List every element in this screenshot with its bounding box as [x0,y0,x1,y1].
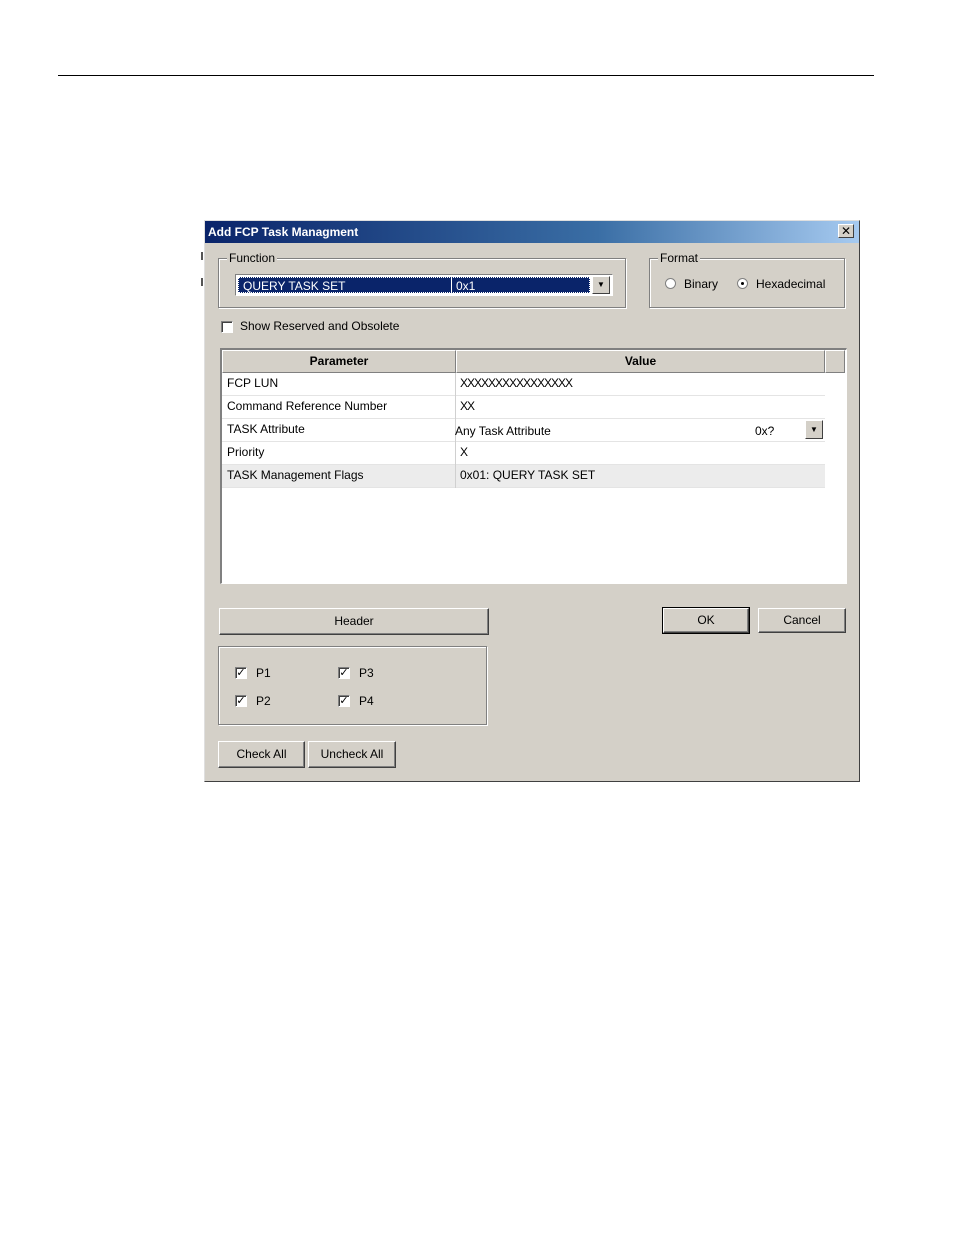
hexadecimal-radio[interactable] [737,278,748,289]
port-p3-label[interactable]: P3 [359,666,374,680]
format-group: Format Binary Hexadecimal [649,251,845,308]
function-select-divider [451,278,452,292]
margin-mark [201,252,203,260]
task-attribute-dropdown-button[interactable]: ▼ [805,420,823,439]
port-group: ✓ P1 ✓ P2 ✓ P3 ✓ P4 [218,646,487,725]
column-divider [455,373,456,396]
chevron-down-icon: ▼ [810,425,818,434]
parameter-cell: FCP LUN [227,376,279,390]
port-p3-checkbox[interactable]: ✓ [338,667,350,679]
dialog-title: Add FCP Task Managment [208,225,359,239]
ok-button[interactable]: OK [662,607,750,634]
function-select-highlight: QUERY TASK SET 0x1 [238,277,590,293]
task-attribute-select-value[interactable]: Any Task Attribute [455,424,551,438]
column-divider [455,442,456,465]
function-group: Function QUERY TASK SET 0x1 ▼ [218,251,626,308]
value-cell[interactable]: 0x01: QUERY TASK SET [460,468,595,482]
title-bar[interactable]: Add FCP Task Managment ✕ [205,221,859,243]
function-dropdown-button[interactable]: ▼ [592,276,610,294]
page-header-rule [58,75,874,76]
check-all-button[interactable]: Check All [218,741,305,768]
radio-selected-dot [741,282,744,285]
parameter-cell: Command Reference Number [227,399,388,413]
column-header-parameter[interactable]: Parameter [222,350,456,373]
column-divider [455,396,456,419]
margin-mark [201,278,203,286]
port-p2-label[interactable]: P2 [256,694,271,708]
show-reserved-label[interactable]: Show Reserved and Obsolete [240,319,399,333]
header-button[interactable]: Header [219,608,489,635]
checkmark-icon: ✓ [236,667,246,679]
port-p4-checkbox[interactable]: ✓ [338,695,350,707]
port-p2-checkbox[interactable]: ✓ [235,695,247,707]
table-row[interactable]: TASK Management Flags 0x01: QUERY TASK S… [222,465,825,488]
binary-radio-label[interactable]: Binary [684,277,718,291]
function-select[interactable]: QUERY TASK SET 0x1 ▼ [235,274,613,296]
function-select-code: 0x1 [456,279,476,293]
function-select-name: QUERY TASK SET [243,279,346,293]
cancel-button[interactable]: Cancel [758,608,846,633]
parameter-cell: TASK Management Flags [227,468,364,482]
show-reserved-checkbox[interactable] [221,321,233,333]
hexadecimal-radio-label[interactable]: Hexadecimal [756,277,825,291]
checkmark-icon: ✓ [339,695,349,707]
table-row[interactable]: TASK Attribute Any Task Attribute 0x? ▼ [222,419,825,442]
port-p1-label[interactable]: P1 [256,666,271,680]
value-cell[interactable]: XXXXXXXXXXXXXXXX [460,376,573,390]
add-fcp-task-management-dialog: Add FCP Task Managment ✕ Function QUERY … [204,220,860,782]
table-row[interactable]: Priority X [222,442,825,465]
parameter-grid: Parameter Value FCP LUN XXXXXXXXXXXXXXXX… [220,348,847,584]
value-cell[interactable]: X [460,445,468,459]
table-row[interactable]: Command Reference Number XX [222,396,825,419]
close-icon: ✕ [840,224,852,238]
value-cell[interactable]: XX [460,399,475,413]
table-row[interactable]: FCP LUN XXXXXXXXXXXXXXXX [222,373,825,396]
uncheck-all-button[interactable]: Uncheck All [308,741,396,768]
column-header-value[interactable]: Value [456,350,825,373]
checkmark-icon: ✓ [236,695,246,707]
close-button[interactable]: ✕ [838,224,854,238]
parameter-cell: TASK Attribute [227,422,305,436]
binary-radio[interactable] [665,278,676,289]
parameter-cell: Priority [227,445,265,459]
port-p4-label[interactable]: P4 [359,694,374,708]
port-p1-checkbox[interactable]: ✓ [235,667,247,679]
column-header-filler [825,350,845,373]
function-group-label: Function [227,251,278,265]
column-divider [455,465,456,488]
format-group-label: Format [658,251,701,265]
checkmark-icon: ✓ [339,667,349,679]
task-attribute-code: 0x? [755,424,775,438]
chevron-down-icon: ▼ [597,280,605,289]
